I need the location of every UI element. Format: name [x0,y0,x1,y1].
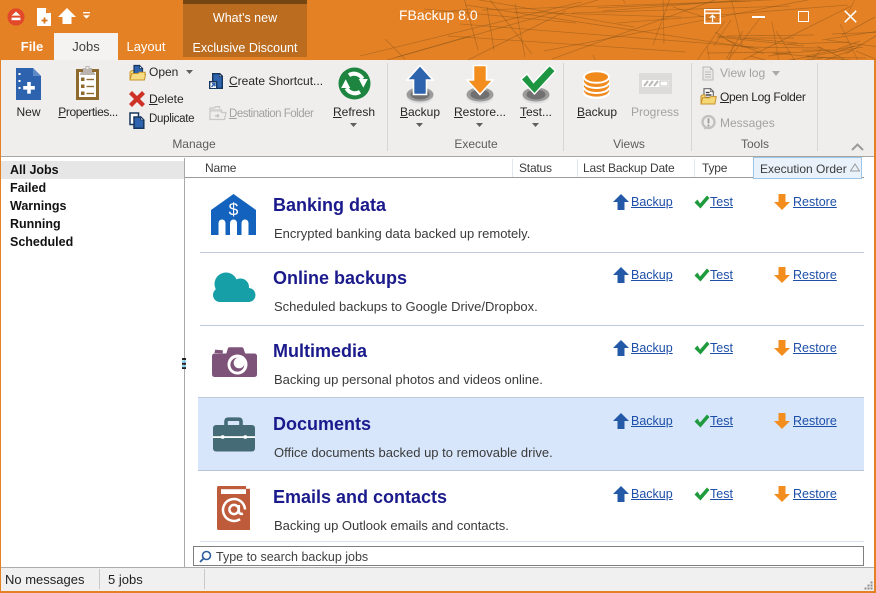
svg-text:$: $ [229,200,239,220]
